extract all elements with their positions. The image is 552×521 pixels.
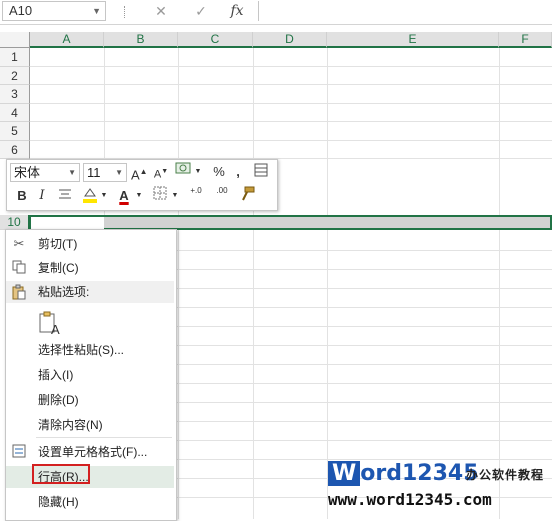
gridline — [327, 48, 328, 519]
copy-icon — [11, 260, 27, 276]
format-painter-table-icon[interactable] — [251, 162, 271, 182]
font-size-value: 11 — [87, 165, 101, 180]
watermark: Word12345 办公软件教程 www.word12345.com — [322, 460, 548, 516]
cancel-icon[interactable]: ✕ — [150, 2, 172, 20]
row-header-3[interactable]: 3 — [0, 85, 30, 104]
formula-bar-grip — [124, 6, 126, 18]
watermark-url: www.word12345.com — [328, 490, 492, 509]
fill-color-icon[interactable] — [81, 186, 99, 206]
menu-item-cut[interactable]: ✂ 剪切(T) — [6, 233, 174, 255]
menu-item-label: 删除(D) — [38, 393, 79, 407]
enter-icon[interactable]: ✓ — [190, 2, 212, 20]
menu-item-copy[interactable]: 复制(C) — [6, 257, 174, 279]
chevron-down-icon[interactable]: ▼ — [68, 164, 76, 181]
accounting-format-icon[interactable] — [173, 162, 193, 182]
menu-item-label: 设置单元格格式(F)... — [38, 445, 148, 459]
row-header-10[interactable]: 10 — [0, 215, 30, 230]
gridline — [30, 66, 552, 67]
menu-item-hide[interactable]: 隐藏(H) — [6, 491, 174, 513]
gridline — [30, 103, 552, 104]
font-color-button[interactable]: A — [115, 186, 133, 206]
menu-item-label: 复制(C) — [38, 261, 79, 275]
insert-function-button[interactable]: fx — [226, 2, 248, 20]
scissors-icon: ✂ — [13, 236, 25, 251]
watermark-tagline: 办公软件教程 — [466, 468, 545, 482]
context-menu: ✂ 剪切(T) 复制(C) 粘贴选项: A 选择性粘贴(S)... 插入(I) … — [5, 229, 177, 521]
gridline — [30, 140, 552, 141]
column-header-f[interactable]: F — [499, 32, 552, 48]
grow-font-button[interactable]: A▲ — [131, 162, 148, 182]
row-header-6[interactable]: 6 — [0, 141, 30, 159]
bold-button[interactable]: B — [15, 186, 29, 206]
menu-item-format-cells[interactable]: 设置单元格格式(F)... — [6, 441, 174, 463]
svg-text:A: A — [51, 322, 60, 337]
gridline — [253, 48, 254, 519]
watermark-brand: Word12345 — [328, 460, 479, 488]
formula-input[interactable] — [258, 1, 551, 21]
chevron-down-icon[interactable]: ▼ — [194, 162, 202, 182]
font-size-select[interactable]: 11 ▼ — [83, 163, 127, 182]
menu-item-label: 粘贴选项: — [38, 285, 90, 299]
italic-button[interactable]: I — [35, 186, 49, 206]
comma-style-button[interactable]: , — [231, 162, 245, 182]
row-header-2[interactable]: 2 — [0, 67, 30, 85]
percent-style-button[interactable]: % — [211, 162, 227, 182]
formula-bar: A10 ▼ ✕ ✓ fx — [0, 0, 552, 25]
chevron-down-icon[interactable]: ▼ — [171, 186, 179, 206]
shrink-font-button[interactable]: A▼ — [153, 162, 169, 182]
menu-item-label: 剪切(T) — [38, 237, 78, 251]
font-name-value: 宋体 — [14, 165, 41, 180]
name-box[interactable]: A10 ▼ — [2, 1, 106, 21]
column-header-a[interactable]: A — [30, 32, 104, 48]
menu-item-label: 选择性粘贴(S)... — [38, 343, 124, 357]
format-cells-icon — [11, 444, 27, 460]
menu-item-insert[interactable]: 插入(I) — [6, 364, 174, 386]
mini-toolbar: 宋体 ▼ 11 ▼ A▲ A▼ ▼ % , B I ▼ A ▼ ▼ +.0 .0… — [6, 159, 278, 211]
column-header-c[interactable]: C — [178, 32, 253, 48]
menu-paste-options-header: 粘贴选项: — [6, 281, 174, 303]
menu-separator — [36, 437, 172, 438]
borders-icon[interactable] — [151, 186, 169, 206]
gridline — [178, 48, 179, 519]
column-header-e[interactable]: E — [327, 32, 499, 48]
name-box-value: A10 — [9, 3, 33, 18]
increase-decimal-button[interactable]: +.0 — [185, 186, 207, 206]
menu-item-delete[interactable]: 删除(D) — [6, 389, 174, 411]
select-all-corner[interactable] — [0, 32, 30, 48]
chevron-down-icon[interactable]: ▼ — [115, 164, 123, 181]
highlight-annotation-box — [32, 464, 90, 484]
menu-item-clear-contents[interactable]: 清除内容(N) — [6, 414, 174, 436]
paste-option-button[interactable]: A — [36, 310, 64, 338]
menu-item-label: 隐藏(H) — [38, 495, 79, 509]
font-name-select[interactable]: 宋体 ▼ — [10, 163, 80, 182]
row-header-1[interactable]: 1 — [0, 48, 30, 67]
chevron-down-icon[interactable]: ▼ — [92, 2, 101, 20]
menu-item-label: 清除内容(N) — [38, 418, 103, 432]
chevron-down-icon[interactable]: ▼ — [100, 186, 108, 206]
gridline — [30, 121, 552, 122]
menu-item-label: 插入(I) — [38, 368, 74, 382]
gridline — [499, 48, 500, 519]
row-header-4[interactable]: 4 — [0, 104, 30, 122]
selected-row-10[interactable] — [30, 215, 552, 230]
column-header-d[interactable]: D — [253, 32, 327, 48]
align-center-icon[interactable] — [57, 186, 73, 206]
paste-icon — [11, 284, 27, 300]
column-header-b[interactable]: B — [104, 32, 178, 48]
menu-item-paste-special[interactable]: 选择性粘贴(S)... — [6, 339, 174, 361]
format-painter-icon[interactable] — [237, 186, 257, 206]
gridline — [30, 84, 552, 85]
active-cell-a10[interactable] — [31, 217, 104, 229]
row-header-5[interactable]: 5 — [0, 122, 30, 141]
decrease-decimal-button[interactable]: .00 — [211, 186, 233, 206]
chevron-down-icon[interactable]: ▼ — [135, 186, 143, 206]
